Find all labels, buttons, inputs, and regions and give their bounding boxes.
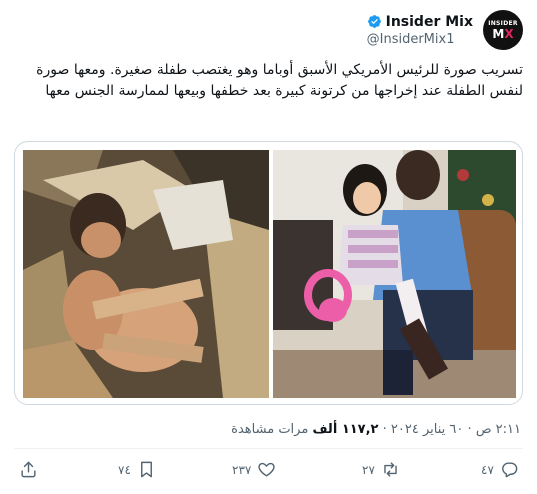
tweet-meta: ٢:١١ ص · ٦٠ يناير ٢٠٢٤ · ١١٧,٢ ألف مرات … [231, 422, 521, 437]
meta-separator-2: · [382, 422, 387, 437]
like-count: ٢٣٧ [232, 462, 252, 477]
share-button[interactable] [19, 460, 38, 479]
verified-badge-icon [367, 15, 381, 28]
media-photo-right[interactable] [273, 150, 516, 398]
tweet-media[interactable] [14, 141, 523, 405]
bookmark-button[interactable]: ٧٤ [118, 460, 156, 479]
avatar-text-bottom: MX [492, 26, 514, 41]
tweet-time[interactable]: ٢:١١ ص [476, 422, 521, 437]
retweet-button[interactable]: ٢٧ [362, 460, 400, 479]
author-name-row: Insider Mix [367, 14, 473, 30]
like-button[interactable]: ٢٣٧ [232, 460, 276, 479]
views-label: مرات مشاهدة [231, 422, 309, 437]
author-display-name[interactable]: Insider Mix [386, 14, 473, 30]
tweet-date[interactable]: ٦٠ يناير ٢٠٢٤ [391, 422, 463, 437]
tweet-text: تسريب صورة للرئيس الأمريكي الأسبق أوباما… [36, 62, 523, 99]
meta-separator: · [467, 422, 472, 437]
avatar[interactable]: INSIDER MX [483, 10, 523, 50]
author-names: Insider Mix @InsiderMix1 [367, 14, 473, 47]
media-photo-left[interactable] [23, 150, 269, 398]
retweet-count: ٢٧ [362, 462, 375, 477]
divider [14, 448, 523, 449]
tweet-header: INSIDER MX Insider Mix @InsiderMix1 [367, 8, 523, 52]
views-count: ١١٧,٢ ألف [312, 422, 379, 437]
bookmark-count: ٧٤ [118, 462, 131, 477]
bookmark-icon [140, 461, 152, 478]
tweet-actions: ٧٤ ٢٣٧ ٢٧ ٤٧ [14, 460, 523, 486]
author-handle[interactable]: @InsiderMix1 [367, 32, 455, 47]
heart-icon [258, 462, 276, 477]
retweet-icon [384, 462, 397, 477]
share-icon [21, 461, 36, 478]
reply-button[interactable]: ٤٧ [481, 460, 519, 479]
reply-icon [502, 462, 518, 478]
reply-count: ٤٧ [481, 462, 494, 477]
